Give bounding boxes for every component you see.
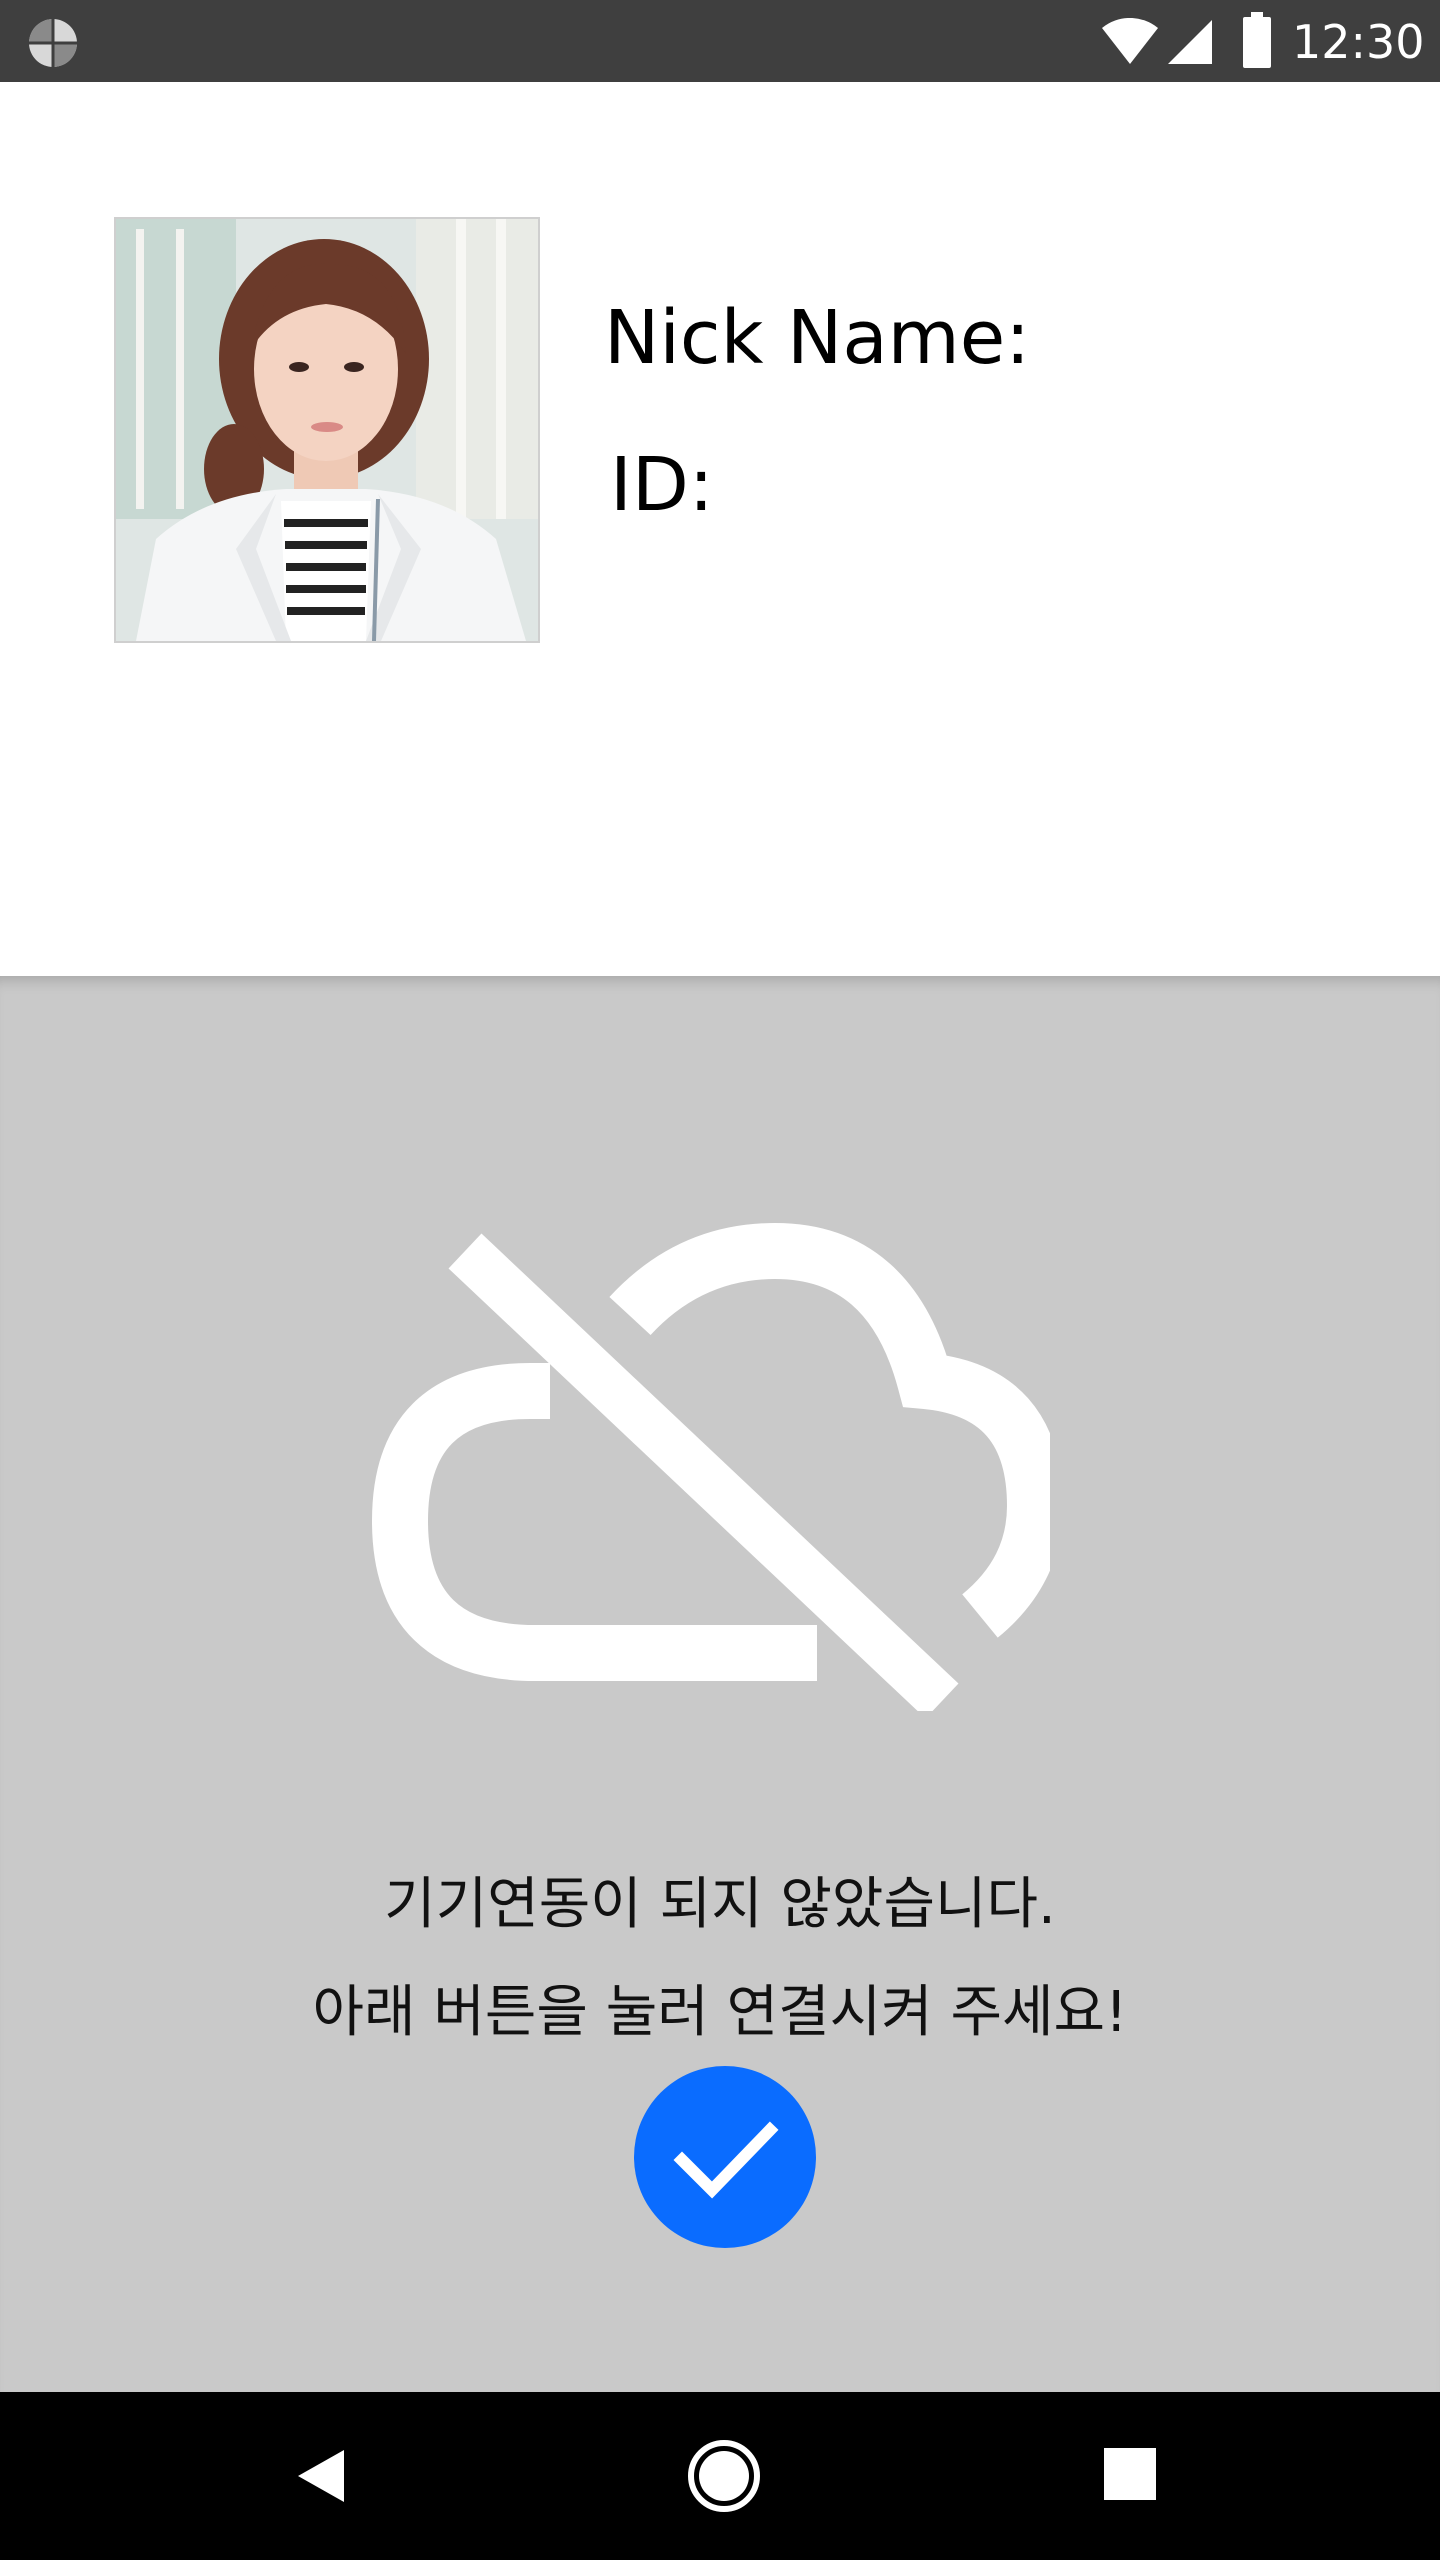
status-bar: 12:30 <box>0 0 1440 82</box>
wifi-icon <box>1102 18 1158 64</box>
message-line-1: 기기연동이 되지 않았습니다. <box>384 1872 1056 1937</box>
back-icon[interactable] <box>290 2444 354 2508</box>
id-label: ID: <box>610 442 714 528</box>
app-pie-icon <box>29 19 77 67</box>
cloud-off-icon <box>371 1222 1050 1711</box>
message-line-2: 아래 버튼을 눌러 연결시켜 주세요! <box>312 1980 1128 2045</box>
connect-confirm-button[interactable] <box>634 2066 816 2248</box>
navigation-bar <box>0 2392 1440 2560</box>
profile-section: Nick Name: ID: <box>0 82 1440 976</box>
cell-signal-icon <box>1168 20 1212 64</box>
connection-status-panel: 기기연동이 되지 않았습니다. 아래 버튼을 눌러 연결시켜 주세요! <box>0 976 1440 2392</box>
connection-message: 기기연동이 되지 않았습니다. 아래 버튼을 눌러 연결시켜 주세요! <box>0 1851 1440 2067</box>
profile-photo <box>114 217 540 643</box>
check-icon <box>673 2121 779 2199</box>
recents-icon[interactable] <box>1102 2446 1158 2502</box>
status-time: 12:30 <box>1292 15 1425 69</box>
home-icon[interactable] <box>684 2436 764 2516</box>
battery-icon <box>1243 12 1271 68</box>
nick-name-label: Nick Name: <box>604 295 1031 381</box>
